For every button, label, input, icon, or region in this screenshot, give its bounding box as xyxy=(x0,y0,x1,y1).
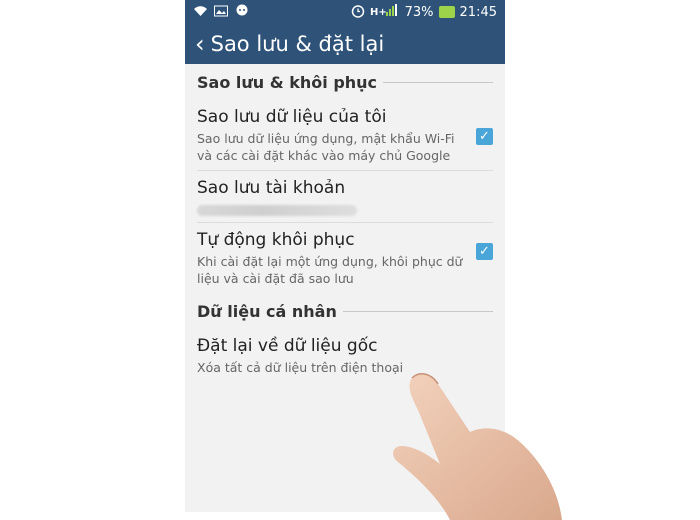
item-title: Sao lưu dữ liệu của tôi xyxy=(197,107,387,127)
status-time: 21:45 xyxy=(459,4,497,20)
section-header-label: Dữ liệu cá nhân xyxy=(197,301,337,321)
auto-restore-checkbox[interactable]: ✓ xyxy=(476,243,493,260)
image-icon xyxy=(214,5,228,20)
item-title: Sao lưu tài khoản xyxy=(197,178,346,198)
status-right-icons: H+ 73% 21:45 xyxy=(351,4,497,21)
item-title: Tự động khôi phục xyxy=(197,230,355,250)
wifi-icon xyxy=(193,5,208,20)
backup-data-checkbox[interactable]: ✓ xyxy=(476,128,493,145)
phone-screen: H+ 73% 21:45 ‹ Sao lưu & đặt lại Sao lưu… xyxy=(185,0,505,512)
app-bar: ‹ Sao lưu & đặt lại xyxy=(185,24,505,64)
status-bar: H+ 73% 21:45 xyxy=(185,0,505,24)
item-description: Xóa tất cả dữ liệu trên điện thoại xyxy=(197,360,404,375)
backup-account-item[interactable]: Sao lưu tài khoản xyxy=(185,171,505,222)
back-chevron-icon[interactable]: ‹ xyxy=(195,32,205,56)
item-description: Khi cài đặt lại một ứng dụng, khôi phục … xyxy=(197,254,463,286)
item-texts: Đặt lại về dữ liệu gốc Xóa tất cả dữ liệ… xyxy=(197,335,493,376)
status-left-icons xyxy=(193,4,250,20)
svg-text:H+: H+ xyxy=(370,7,387,17)
item-texts: Sao lưu tài khoản xyxy=(197,177,493,216)
signal-icon: H+ xyxy=(370,4,400,20)
section-header-backup-restore: Sao lưu & khôi phục xyxy=(185,64,505,100)
item-description: Sao lưu dữ liệu ứng dụng, mật khẩu Wi-Fi… xyxy=(197,131,455,163)
auto-restore-item[interactable]: Tự động khôi phục Khi cài đặt lại một ứn… xyxy=(185,223,505,293)
factory-reset-item[interactable]: Đặt lại về dữ liệu gốc Xóa tất cả dữ liệ… xyxy=(185,329,505,382)
page-title: Sao lưu & đặt lại xyxy=(210,32,385,56)
chat-icon xyxy=(234,4,250,20)
item-texts: Tự động khôi phục Khi cài đặt lại một ứn… xyxy=(197,229,468,287)
section-divider xyxy=(383,81,493,83)
blurred-account-email xyxy=(197,205,357,216)
section-divider xyxy=(342,310,493,312)
item-title: Đặt lại về dữ liệu gốc xyxy=(197,336,378,356)
battery-percent: 73% xyxy=(404,4,434,20)
backup-my-data-item[interactable]: Sao lưu dữ liệu của tôi Sao lưu dữ liệu … xyxy=(185,100,505,170)
section-header-label: Sao lưu & khôi phục xyxy=(197,72,378,92)
item-texts: Sao lưu dữ liệu của tôi Sao lưu dữ liệu … xyxy=(197,106,468,164)
battery-icon xyxy=(438,6,455,18)
section-header-personal-data: Dữ liệu cá nhân xyxy=(185,293,505,329)
alarm-icon xyxy=(351,4,365,21)
